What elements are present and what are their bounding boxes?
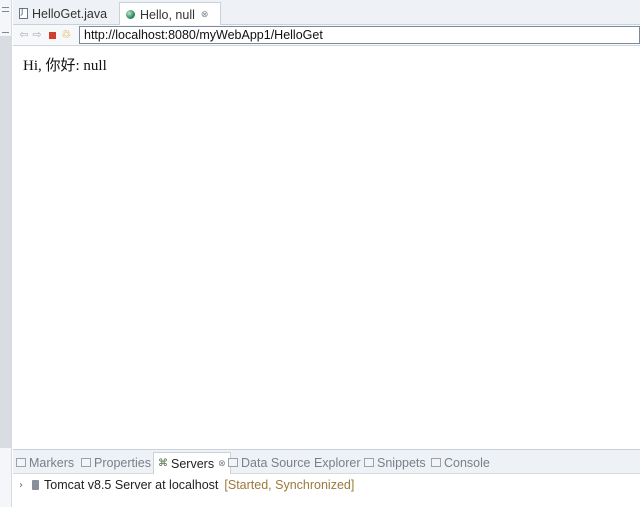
tab-hello-null[interactable]: Hello, null ⊗ xyxy=(119,2,221,26)
server-status: [Started, Synchronized] xyxy=(224,478,355,492)
close-icon[interactable]: ⊗ xyxy=(218,459,226,469)
browser-toolbar: ⇦ ⇨ ♲ http://localhost:8080/myWebApp1/He… xyxy=(13,25,640,46)
tab-label: Properties xyxy=(94,455,151,470)
console-icon xyxy=(431,458,441,467)
side-scroll-track xyxy=(0,36,11,448)
servers-icon: ⌘ xyxy=(158,458,168,469)
refresh-button[interactable]: ♲ xyxy=(60,28,72,42)
panel-tab-bar: Markers Properties ⌘ Servers ⊗ Data Sour… xyxy=(13,450,640,474)
expand-arrow-icon[interactable]: › xyxy=(19,480,29,491)
server-name: Tomcat v8.5 Server at localhost xyxy=(44,478,219,492)
page-content-text: Hi, 你好: null xyxy=(23,58,107,74)
server-row[interactable]: › Tomcat v8.5 Server at localhost [Start… xyxy=(13,476,640,494)
back-button[interactable]: ⇦ xyxy=(18,28,30,42)
minimize-handle xyxy=(2,11,9,12)
tab-label: Snippets xyxy=(377,455,426,470)
close-icon[interactable]: ⊗ xyxy=(201,10,209,20)
globe-icon xyxy=(126,10,135,19)
left-gutter xyxy=(0,0,12,507)
bottom-panel: Markers Properties ⌘ Servers ⊗ Data Sour… xyxy=(13,449,640,507)
properties-icon xyxy=(81,458,91,467)
tab-servers[interactable]: ⌘ Servers ⊗ xyxy=(153,452,231,474)
tab-label: Markers xyxy=(29,455,75,470)
minimize-handle xyxy=(2,32,9,33)
forward-button[interactable]: ⇨ xyxy=(31,28,43,42)
markers-icon xyxy=(16,458,26,467)
stop-icon xyxy=(48,32,56,39)
tab-markers[interactable]: Markers xyxy=(16,454,74,471)
server-icon xyxy=(32,480,39,490)
browser-page-view: Hi, 你好: null xyxy=(13,46,640,449)
stop-button[interactable] xyxy=(46,28,58,42)
snippets-icon xyxy=(364,458,374,467)
tab-helloget-java[interactable]: HelloGet.java xyxy=(13,2,117,25)
editor-tab-bar: HelloGet.java Hello, null ⊗ xyxy=(13,0,640,26)
tab-console[interactable]: Console xyxy=(431,454,490,471)
tab-label: HelloGet.java xyxy=(32,6,108,21)
tab-label: Data Source Explorer xyxy=(241,455,361,470)
java-file-icon xyxy=(19,7,28,19)
database-icon xyxy=(228,458,238,467)
minimize-handle xyxy=(2,7,9,8)
tab-snippets[interactable]: Snippets xyxy=(364,454,426,471)
tab-properties[interactable]: Properties xyxy=(81,454,151,471)
tab-label: Console xyxy=(444,455,490,470)
tab-data-source-explorer[interactable]: Data Source Explorer xyxy=(228,454,361,471)
tab-label: Hello, null xyxy=(140,7,195,22)
url-input[interactable]: http://localhost:8080/myWebApp1/HelloGet xyxy=(79,26,640,44)
tab-label: Servers xyxy=(171,456,215,471)
